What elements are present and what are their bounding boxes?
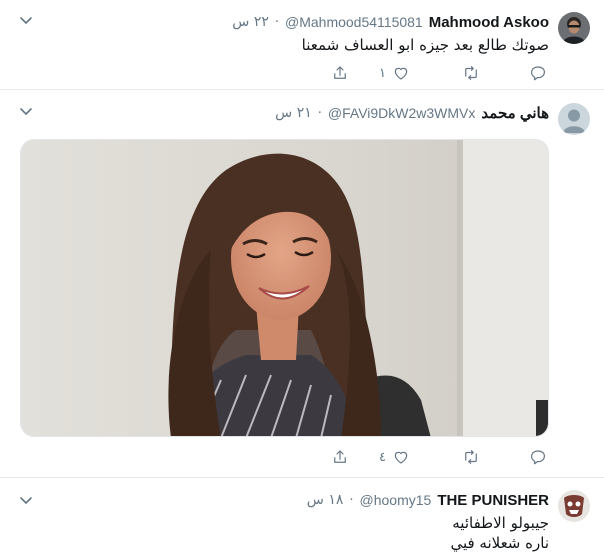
separator-dot: ·: [349, 492, 354, 508]
tweet-time[interactable]: ١٨ س: [307, 492, 344, 508]
separator-dot: ·: [317, 105, 322, 121]
heart-icon: [394, 67, 408, 80]
like-button[interactable]: ١: [379, 62, 410, 84]
reply-button[interactable]: [529, 446, 547, 468]
tweet-header: ١٨ س · @hoomy15 THE PUNISHER: [307, 490, 549, 510]
tweet-photo[interactable]: [20, 139, 549, 437]
user-handle[interactable]: @FAVi9DkW2w3WMVx: [328, 105, 476, 121]
chevron-down-icon[interactable]: [18, 492, 34, 508]
user-name[interactable]: THE PUNISHER: [437, 492, 549, 509]
tweet-text: صوتك طالع بعد جيزه ابو العساف شمعنا: [302, 35, 549, 55]
avatar[interactable]: [558, 12, 590, 44]
tweet-header: ٢٢ س · @Mahmood54115081 Mahmood Askoo: [232, 12, 549, 32]
retweet-icon: [465, 450, 477, 464]
user-name[interactable]: Mahmood Askoo: [429, 14, 549, 31]
tweet-text-line: ناره شعلانه فيي: [450, 534, 549, 552]
retweet-button[interactable]: [462, 446, 480, 468]
like-count: ١: [379, 65, 386, 81]
reply-icon: [531, 66, 545, 81]
tweet[interactable]: ٢١ س · @FAVi9DkW2w3WMVx هاني محمد ٤: [0, 91, 604, 478]
tweet-time[interactable]: ٢٢ س: [232, 14, 269, 30]
tweet-header: ٢١ س · @FAVi9DkW2w3WMVx هاني محمد: [275, 103, 549, 123]
chevron-down-icon[interactable]: [18, 12, 34, 28]
like-count: ٤: [379, 449, 386, 465]
tweet-text: جيبولو الاطفائيه ناره شعلانه فيي: [450, 513, 549, 553]
avatar[interactable]: [558, 103, 590, 135]
reply-button[interactable]: [529, 62, 547, 84]
share-icon: [334, 66, 346, 79]
separator-dot: ·: [274, 14, 279, 30]
retweet-button[interactable]: [462, 62, 480, 84]
tweet[interactable]: ١٨ س · @hoomy15 THE PUNISHER جيبولو الاط…: [0, 478, 604, 558]
retweet-icon: [465, 66, 477, 80]
tweet[interactable]: ٢٢ س · @Mahmood54115081 Mahmood Askoo صو…: [0, 0, 604, 90]
user-handle[interactable]: @Mahmood54115081: [285, 14, 423, 30]
reply-icon: [531, 450, 545, 465]
user-name[interactable]: هاني محمد: [481, 104, 549, 122]
tweet-time[interactable]: ٢١ س: [275, 105, 312, 121]
tweet-text-line: جيبولو الاطفائيه: [452, 514, 549, 532]
avatar[interactable]: [558, 490, 590, 522]
like-button[interactable]: ٤: [379, 446, 410, 468]
chevron-down-icon[interactable]: [18, 103, 34, 119]
tweet-actions: ١: [0, 62, 604, 84]
share-button[interactable]: [331, 62, 349, 84]
heart-icon: [394, 451, 408, 464]
tweet-text-line: صوتك طالع بعد جيزه ابو العساف شمعنا: [301, 36, 549, 54]
user-handle[interactable]: @hoomy15: [360, 492, 432, 508]
tweet-actions: ٤: [0, 446, 604, 468]
share-icon: [334, 450, 346, 463]
share-button[interactable]: [331, 446, 349, 468]
